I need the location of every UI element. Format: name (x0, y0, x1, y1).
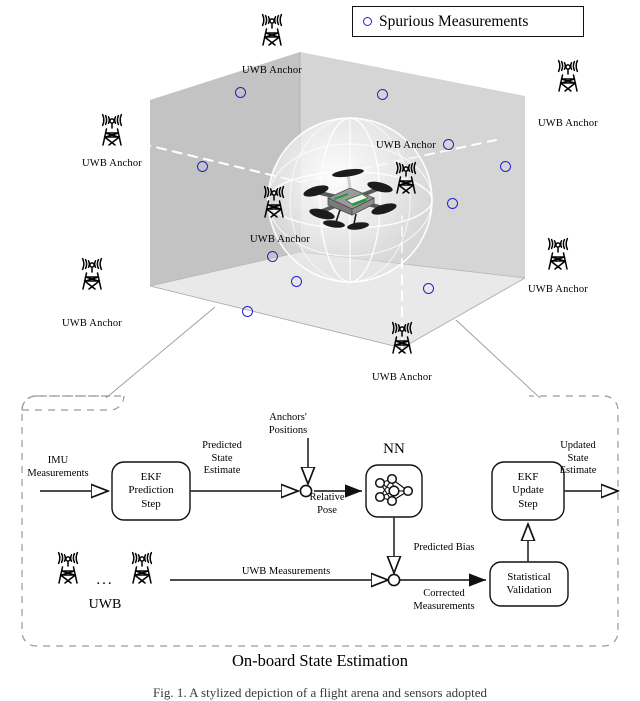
updated-state-estimate-label: Updated State Estimate (559, 440, 597, 477)
anchors-positions-label: Anchors' Positions (268, 412, 308, 436)
predicted-state-estimate-label: Predicted State Estimate (202, 440, 242, 477)
uwb-antenna-tower-icon (51, 551, 85, 591)
nn-title: NN (383, 441, 405, 457)
onboard-enclosure-border (21, 395, 125, 411)
uwb-source-title: UWB (88, 597, 122, 612)
imu-measurements-label: IMU Measurements (27, 455, 89, 479)
predicted-bias-label: Predicted Bias (413, 542, 475, 553)
figure-caption-wrap: Fig. 1. A stylized depiction of a flight… (0, 684, 640, 701)
figure-caption: Fig. 1. A stylized depiction of a flight… (153, 685, 487, 700)
uwb-antenna-tower-icon (125, 551, 159, 591)
corrected-measurements-label: Corrected Measurements (413, 588, 475, 612)
relative-pose-label: Relative Pose (309, 492, 345, 516)
uwb-ellipsis: ... (96, 572, 114, 588)
uwb-measurements-label: UWB Measurements (241, 566, 331, 577)
summing-junction-corrected (387, 573, 401, 587)
figure-root: UWB Anchor UWB Anchor UWB Anchor UWB Anc… (0, 0, 640, 701)
section-title: On-board State Estimation (232, 651, 408, 670)
